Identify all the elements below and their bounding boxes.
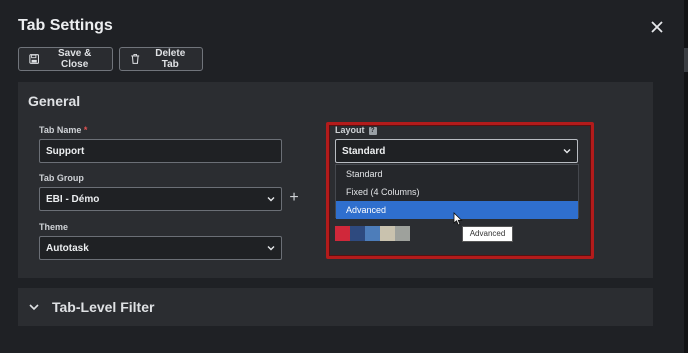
mouse-pointer-icon bbox=[453, 212, 463, 226]
tab-level-filter-section[interactable]: Tab-Level Filter bbox=[18, 288, 653, 326]
swatch-2 bbox=[350, 226, 365, 241]
tab-name-label: Tab Name * bbox=[39, 125, 87, 135]
layout-label: Layout? bbox=[335, 125, 377, 135]
delete-tab-label: Delete Tab bbox=[155, 48, 186, 70]
swatch-5 bbox=[395, 226, 410, 241]
tooltip: Advanced bbox=[462, 226, 513, 242]
save-close-button[interactable]: Save & Close bbox=[18, 47, 113, 71]
theme-label: Theme bbox=[39, 222, 69, 232]
close-icon[interactable] bbox=[648, 18, 666, 36]
theme-select[interactable]: Autotask bbox=[39, 236, 282, 260]
delete-tab-button[interactable]: Delete Tab bbox=[119, 47, 203, 71]
general-panel: General Tab Name * Support Tab Group EBI… bbox=[18, 82, 653, 278]
save-icon bbox=[29, 54, 39, 64]
modal-title: Tab Settings bbox=[18, 17, 113, 34]
save-close-label: Save & Close bbox=[57, 48, 92, 70]
required-mark: * bbox=[83, 125, 88, 135]
swatch-1 bbox=[335, 226, 350, 241]
tab-name-input[interactable]: Support bbox=[39, 139, 282, 163]
layout-label-text: Layout bbox=[335, 125, 365, 135]
swatch-3 bbox=[365, 226, 380, 241]
chevron-down-icon bbox=[267, 246, 275, 251]
tab-group-value: EBI - Démo bbox=[46, 193, 100, 205]
chevron-down-icon bbox=[29, 304, 39, 311]
color-swatches bbox=[335, 226, 410, 241]
tab-name-value: Support bbox=[46, 145, 85, 157]
layout-select[interactable]: Standard bbox=[335, 139, 578, 163]
swatch-4 bbox=[380, 226, 395, 241]
tab-name-label-text: Tab Name bbox=[39, 125, 82, 135]
tab-group-label: Tab Group bbox=[39, 173, 84, 183]
scrollbar[interactable] bbox=[684, 0, 688, 353]
scrollbar-thumb[interactable] bbox=[684, 48, 688, 72]
layout-dropdown: Standard Fixed (4 Columns) Advanced bbox=[335, 164, 579, 219]
tab-group-select[interactable]: EBI - Démo bbox=[39, 187, 282, 211]
chevron-down-icon bbox=[563, 149, 571, 154]
chevron-down-icon bbox=[267, 197, 275, 202]
filter-title: Tab-Level Filter bbox=[52, 299, 155, 315]
add-group-button[interactable]: + bbox=[288, 190, 300, 206]
trash-icon bbox=[131, 54, 140, 64]
layout-option-fixed[interactable]: Fixed (4 Columns) bbox=[336, 183, 578, 201]
general-title: General bbox=[28, 93, 81, 109]
theme-value: Autotask bbox=[46, 242, 89, 254]
help-icon[interactable]: ? bbox=[368, 126, 377, 135]
layout-option-standard[interactable]: Standard bbox=[336, 165, 578, 183]
layout-value: Standard bbox=[342, 145, 386, 157]
